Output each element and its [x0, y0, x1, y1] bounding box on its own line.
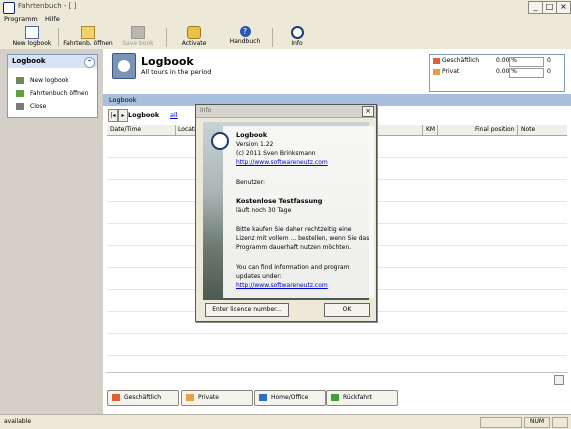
- menu-programm[interactable]: Programm: [4, 15, 38, 23]
- close-window-button[interactable]: ×: [556, 1, 571, 14]
- activate-button[interactable]: Activate: [174, 26, 214, 47]
- menu-bar: Programm Hilfe: [0, 14, 571, 25]
- dialog-app-name: Logbook: [236, 131, 268, 139]
- dialog-version: Version 1.22: [236, 141, 274, 148]
- dialog-trial-title: Kostenlose Testfassung: [236, 197, 323, 205]
- page-title: Logbook: [141, 55, 194, 68]
- dialog-user-label: Benutzer:: [236, 179, 265, 186]
- folder-open-icon: [16, 90, 24, 97]
- return-trip-icon: [331, 394, 339, 401]
- handbuch-button[interactable]: ? Handbuch: [224, 26, 266, 45]
- col-final-position[interactable]: Final position: [475, 126, 515, 133]
- nav-prev-button[interactable]: |◂: [108, 109, 118, 122]
- stat-bar: [509, 57, 544, 67]
- dialog-text-line: Programm dauerhaft nutzen möchten.: [236, 244, 352, 251]
- dialog-text-line: Lizenz mit vollem ... bestellen, wenn Si…: [236, 235, 370, 242]
- dialog-text-line: updates under:: [236, 273, 282, 280]
- status-panel: [480, 417, 522, 428]
- dialog-close-button[interactable]: ×: [362, 106, 374, 117]
- open-logbook-button[interactable]: Fahrtenb. öffnen: [62, 26, 114, 47]
- ok-button[interactable]: OK: [324, 303, 370, 317]
- private-icon: [433, 69, 440, 75]
- app-icon: [3, 2, 15, 14]
- logbook-task-panel: Logbook ⌃ New logbook Fahrtenbuch öffnen…: [7, 54, 98, 118]
- col-date-time[interactable]: Date/Time: [110, 126, 141, 133]
- col-location[interactable]: Locati: [178, 126, 196, 133]
- private-icon: [186, 394, 194, 401]
- stat-row-business: Geschäftlich 0.00 % 0: [430, 56, 564, 67]
- tab-all-link[interactable]: all: [170, 111, 178, 119]
- category-business-button[interactable]: Geschäftlich: [107, 390, 179, 406]
- page-subtitle: All tours in the period: [141, 68, 212, 76]
- home-office-icon: [259, 394, 267, 401]
- col-km[interactable]: KM: [426, 126, 435, 133]
- category-return-trip-button[interactable]: Rückfahrt: [326, 390, 398, 406]
- num-lock-indicator: NUM: [524, 417, 550, 428]
- dialog-website-link[interactable]: http://www.softwareneutz.com: [236, 159, 328, 166]
- category-stats: Geschäftlich 0.00 % 0 Privat 0.00 % 0: [429, 54, 565, 92]
- close-book-icon: [16, 103, 24, 110]
- logbook-icon: [112, 53, 136, 79]
- title-bar: Fahrtenbuch - [ ] _ □ ×: [0, 0, 571, 15]
- dialog-title-bar[interactable]: Info: [196, 105, 376, 118]
- dialog-text-line: You can find information and program: [236, 264, 350, 271]
- dialog-copyright: (c) 2011 Sven Brinksmann: [236, 150, 316, 157]
- toolbar: New logbook Fahrtenb. öffnen Save book A…: [0, 25, 571, 50]
- new-logbook-icon: [16, 77, 24, 84]
- minimize-button[interactable]: _: [528, 1, 543, 14]
- save-icon: [131, 26, 145, 39]
- collapse-icon[interactable]: ⌃: [84, 57, 95, 68]
- menu-hilfe[interactable]: Hilfe: [45, 15, 60, 23]
- category-private-button[interactable]: Private: [181, 390, 253, 406]
- dialog-updates-link[interactable]: http://www.softwareneutz.com: [236, 282, 328, 289]
- dialog-text-line: Bitte kaufen Sie daher rechtzeitig eine: [236, 226, 352, 233]
- help-icon: ?: [239, 26, 251, 37]
- business-icon: [433, 58, 440, 64]
- col-note[interactable]: Note: [521, 126, 535, 133]
- category-home-office-button[interactable]: Home/Office: [254, 390, 326, 406]
- status-bar: available NUM: [0, 414, 571, 429]
- save-book-button[interactable]: Save book: [118, 26, 158, 47]
- stat-row-private: Privat 0.00 % 0: [430, 67, 564, 78]
- enter-licence-button[interactable]: Enter licence number...: [205, 303, 289, 317]
- new-logbook-icon: [25, 26, 39, 39]
- folder-open-icon: [81, 26, 95, 39]
- status-panel: [552, 417, 568, 428]
- scroll-right-button[interactable]: [554, 375, 564, 385]
- task-panel-header[interactable]: Logbook ⌃: [8, 55, 97, 68]
- info-button[interactable]: Info: [282, 26, 312, 47]
- maximize-button[interactable]: □: [542, 1, 557, 14]
- business-icon: [112, 394, 120, 401]
- new-logbook-button[interactable]: New logbook: [10, 26, 54, 47]
- app-logo-icon: [211, 132, 229, 150]
- window-title: Fahrtenbuch - [ ]: [18, 2, 77, 10]
- info-dialog: Info × Logbook Version 1.22 (c) 2011 Sve…: [195, 104, 377, 322]
- stat-bar: [509, 68, 544, 78]
- nav-next-button[interactable]: ▸: [118, 109, 128, 122]
- status-text: available: [4, 418, 32, 425]
- tab-logbook[interactable]: Logbook: [128, 111, 159, 119]
- bottom-tab-strip: [106, 372, 568, 385]
- info-icon: [290, 26, 304, 39]
- key-icon: [187, 26, 201, 39]
- dialog-trial-days: läuft noch 30 Tage: [236, 207, 292, 214]
